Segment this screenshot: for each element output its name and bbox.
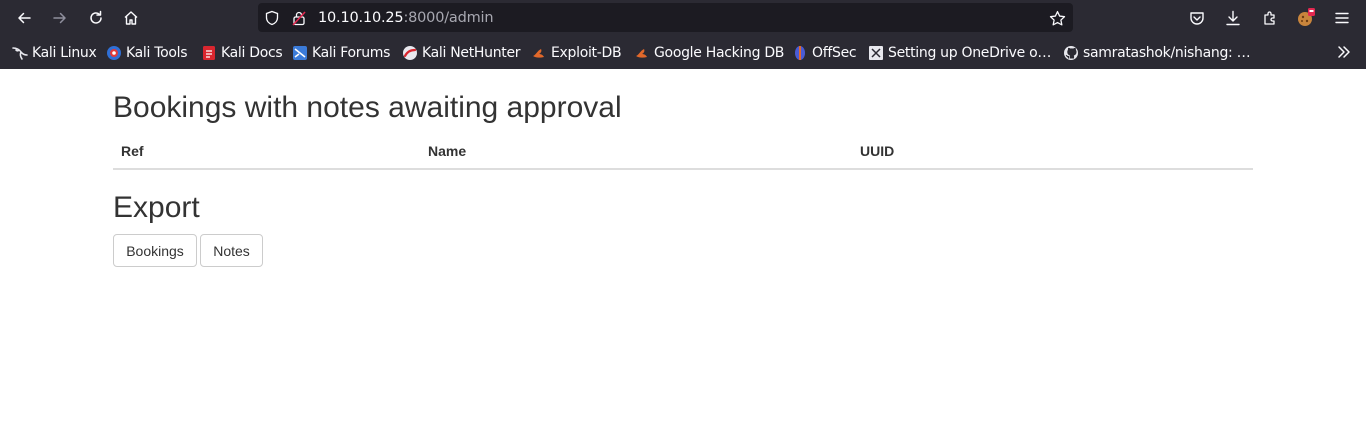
export-heading: Export [113,191,200,224]
bookmark-label: Setting up OneDrive o… [888,45,1052,61]
home-button[interactable] [117,4,145,32]
bookmark-exploit-db[interactable]: Exploit-DB [531,44,622,62]
export-notes-button[interactable]: Notes [200,234,263,267]
bookmark-page-icon [868,45,884,61]
bookmarks-toolbar: Kali Linux Kali Tools Kali Docs Kali For… [0,36,1366,69]
bookmark-kali-docs[interactable]: Kali Docs [201,44,283,62]
bookmark-label: samratashok/nishang: … [1083,45,1251,61]
bookmark-label: Kali NetHunter [422,45,521,61]
forward-arrow-icon [53,12,66,24]
ghdb-icon [634,45,650,61]
column-header-uuid: UUID [852,135,1253,170]
export-bookings-button[interactable]: Bookings [113,234,197,267]
bookmark-label: Kali Linux [32,45,97,61]
bookmark-kali-tools[interactable]: Kali Tools [106,44,188,62]
browser-chrome: 10.10.10.25:8000/admin Kali Linux Kali T… [0,0,1366,69]
extension-cookie-button[interactable] [1292,4,1320,32]
bookmark-label: Kali Tools [126,45,188,61]
downloads-button[interactable] [1219,4,1247,32]
column-header-ref: Ref [113,135,420,170]
kali-nethunter-icon [402,45,418,61]
forward-button[interactable] [46,4,74,32]
kali-dragon-icon [12,45,28,61]
bookmark-label: Kali Docs [221,45,283,61]
browser-toolbar: 10.10.10.25:8000/admin [0,0,1366,36]
bookmarks-overflow-button[interactable] [1330,38,1358,66]
url-host: 10.10.10.25 [318,10,404,26]
kali-docs-icon [201,45,217,61]
bookmark-label: OffSec [812,45,857,61]
puzzle-icon [1264,11,1275,25]
bookmark-kali-forums[interactable]: Kali Forums [292,44,390,62]
insecure-lock-icon[interactable] [290,9,308,27]
chevron-double-right-icon [1338,46,1350,58]
back-arrow-icon [18,12,31,24]
kali-tools-icon [106,45,122,61]
bookmark-label: Kali Forums [312,45,391,61]
tracking-protection-shield-icon[interactable] [263,9,281,27]
cookie-extension-icon [1298,8,1315,26]
bookmark-kali-nethunter[interactable]: Kali NetHunter [402,44,521,62]
offsec-icon [792,45,808,61]
url-path: :8000/admin [403,10,494,26]
reload-icon [90,10,102,24]
url-text[interactable]: 10.10.10.25:8000/admin [318,9,494,27]
app-menu-button[interactable] [1328,4,1356,32]
bookmark-label: Exploit-DB [551,45,622,61]
home-icon [124,11,138,25]
bookmark-nishang[interactable]: samratashok/nishang: … [1063,44,1251,62]
hamburger-menu-icon [1335,12,1349,24]
extensions-button[interactable] [1256,4,1284,32]
back-button[interactable] [10,4,38,32]
bookmark-kali-linux[interactable]: Kali Linux [12,44,97,62]
kali-forums-icon [292,45,308,61]
table-header-row: Ref Name UUID [113,135,1253,170]
reload-button[interactable] [82,4,110,32]
bookings-heading: Bookings with notes awaiting approval [113,91,622,124]
bookings-table: Ref Name UUID [113,135,1253,170]
exploit-db-icon [531,45,547,61]
bookmark-offsec[interactable]: OffSec [792,44,857,62]
page-content: Bookings with notes awaiting approval Re… [0,69,1366,437]
bookmark-onedrive-setup[interactable]: Setting up OneDrive o… [868,44,1051,62]
bookmark-label: Google Hacking DB [654,45,785,61]
pocket-button[interactable] [1183,4,1211,32]
bookmark-star-icon[interactable] [1048,9,1066,27]
bookmark-google-hacking-db[interactable]: Google Hacking DB [634,44,784,62]
download-icon [1226,10,1240,26]
url-bar[interactable]: 10.10.10.25:8000/admin [258,3,1073,32]
column-header-name: Name [420,135,852,170]
pocket-icon [1190,12,1204,25]
github-icon [1063,45,1079,61]
